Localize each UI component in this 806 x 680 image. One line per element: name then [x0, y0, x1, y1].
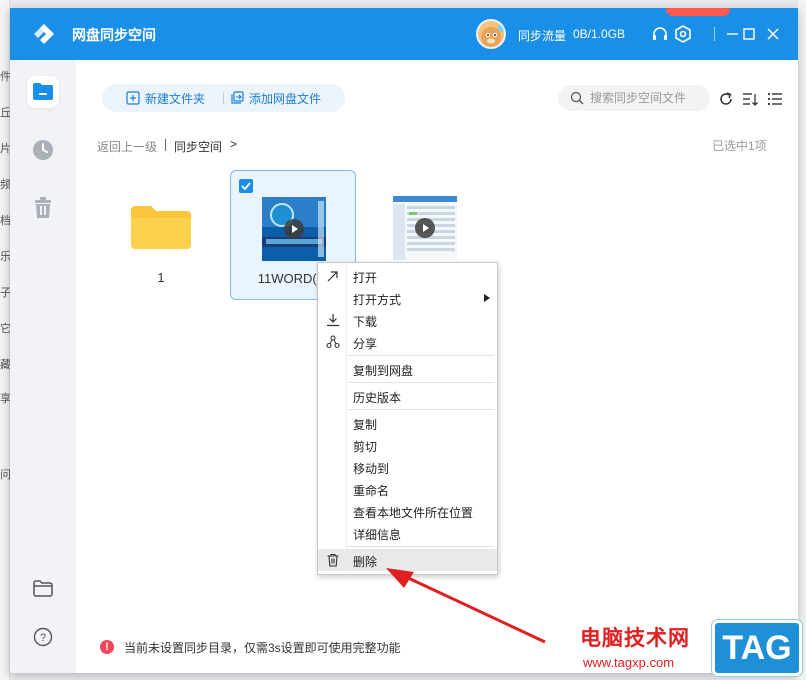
- nav-trash-button[interactable]: [27, 192, 59, 224]
- nav-local-folder-button[interactable]: [27, 573, 59, 605]
- folder-icon: [131, 206, 191, 249]
- selected-count: 已选中1项: [712, 139, 767, 153]
- breadcrumb-separator: [165, 139, 166, 151]
- bg-app-glyph: 片: [0, 143, 10, 155]
- bg-app-glyph: 问: [0, 469, 10, 481]
- toolbar-divider: [223, 92, 224, 104]
- open-arrow-icon: [327, 271, 338, 282]
- file-name: 1: [157, 270, 165, 285]
- nav-help-button[interactable]: ?: [27, 621, 59, 653]
- app-logo-icon: [34, 24, 54, 44]
- bg-app-glyph: 档: [0, 215, 10, 227]
- check-icon: [241, 182, 251, 191]
- menu-item-cut[interactable]: 剪切: [318, 434, 497, 456]
- sync-setup-notice[interactable]: ! 当前未设置同步目录，仅需3s设置即可使用完整功能: [100, 638, 401, 656]
- add-cloud-file-button[interactable]: 添加网盘文件: [230, 84, 321, 112]
- search-box: [558, 85, 710, 111]
- open-folder-icon: [33, 580, 53, 597]
- watermark-site-name: 电脑技术网: [580, 626, 690, 650]
- new-folder-label: 新建文件夹: [145, 91, 206, 106]
- context-menu: 打开 打开方式 下载 分享 复制到网盘 历史版本 复制 剪切 移动到 重命名 查…: [317, 262, 498, 575]
- maximize-icon[interactable]: [739, 24, 759, 44]
- sync-traffic-value: 0B/1.0GB: [573, 27, 626, 41]
- menu-item-copy[interactable]: 复制: [318, 412, 497, 434]
- menu-item-details[interactable]: 详细信息: [318, 522, 497, 544]
- video-thumbnail: [262, 197, 326, 261]
- warning-icon: !: [100, 640, 114, 654]
- background-app-window-right: [798, 0, 806, 680]
- sync-traffic-label: 同步流量: [518, 29, 567, 43]
- menu-separator: [348, 355, 494, 356]
- promo-badge[interactable]: [666, 8, 730, 16]
- bg-app-glyph: 它: [0, 323, 10, 335]
- headset-icon[interactable]: [650, 24, 670, 44]
- menu-item-delete[interactable]: 删除: [318, 549, 497, 571]
- play-icon: [284, 219, 304, 239]
- bg-app-glyph: 频: [0, 179, 10, 191]
- breadcrumb-current[interactable]: 同步空间: [174, 138, 222, 155]
- nav-recent-button[interactable]: [27, 134, 59, 166]
- settings-icon[interactable]: [673, 24, 693, 44]
- menu-separator: [348, 409, 494, 410]
- search-icon: [570, 91, 584, 105]
- close-icon[interactable]: [763, 24, 783, 44]
- search-input[interactable]: [590, 85, 705, 111]
- breadcrumb-chevron-icon: >: [230, 137, 238, 151]
- submenu-arrow-icon: [484, 294, 490, 302]
- breadcrumb-back-link[interactable]: 返回上一级: [97, 138, 157, 155]
- bg-app-glyph: 丘: [0, 107, 10, 119]
- menu-item-copy-to-cloud[interactable]: 复制到网盘: [318, 358, 497, 380]
- list-view-icon[interactable]: [767, 91, 783, 107]
- trash-icon: [327, 553, 339, 567]
- menu-item-share[interactable]: 分享: [318, 331, 497, 353]
- watermark-url: www.tagxp.com: [583, 655, 675, 670]
- titlebar-divider: [714, 27, 715, 41]
- menu-item-rename[interactable]: 重命名: [318, 478, 497, 500]
- refresh-icon[interactable]: [718, 91, 734, 107]
- app-title: 网盘同步空间: [72, 27, 156, 43]
- new-folder-icon: [126, 91, 140, 105]
- title-bar: 网盘同步空间 同步流量 0B/1.0GB: [10, 8, 798, 60]
- menu-item-show-local-location[interactable]: 查看本地文件所在位置: [318, 500, 497, 522]
- bg-app-glyph: 乐: [0, 251, 10, 263]
- left-nav-rail: ?: [10, 60, 76, 673]
- menu-item-open[interactable]: 打开: [318, 265, 497, 287]
- menu-item-download[interactable]: 下载: [318, 309, 497, 331]
- download-icon: [327, 314, 339, 327]
- clock-icon: [33, 140, 53, 160]
- menu-separator: [348, 546, 494, 547]
- svg-text:?: ?: [40, 632, 46, 644]
- menu-item-history-version[interactable]: 历史版本: [318, 385, 497, 407]
- bg-app-glyph: 子: [0, 287, 10, 299]
- bg-app-glyph: 件: [0, 71, 10, 83]
- bg-app-glyph: 享: [0, 393, 10, 405]
- toolbar: 新建文件夹 添加网盘文件: [102, 84, 345, 112]
- add-file-icon: [231, 91, 244, 104]
- video-thumbnail: [393, 196, 457, 260]
- share-icon: [326, 335, 340, 349]
- play-icon: [415, 218, 435, 238]
- folder-icon: [33, 83, 53, 100]
- trash-icon: [35, 197, 51, 218]
- background-app-window: 件 丘 片 频 档 乐 子 它 藏 享 问: [0, 0, 10, 680]
- menu-separator: [348, 382, 494, 383]
- add-cloud-file-label: 添加网盘文件: [249, 91, 322, 106]
- new-folder-button[interactable]: 新建文件夹: [126, 84, 205, 112]
- menu-item-move-to[interactable]: 移动到: [318, 456, 497, 478]
- menu-item-open-with[interactable]: 打开方式: [318, 287, 497, 309]
- help-icon: ?: [33, 627, 53, 647]
- watermark-tag-logo: TAG: [712, 620, 802, 676]
- bg-app-glyph: 藏: [0, 359, 10, 371]
- avatar[interactable]: [476, 19, 506, 49]
- checkbox-checked[interactable]: [239, 179, 253, 193]
- notice-text: 当前未设置同步目录，仅需3s设置即可使用完整功能: [124, 640, 401, 655]
- sort-icon[interactable]: [742, 91, 758, 107]
- file-item-folder[interactable]: 1: [98, 170, 224, 300]
- nav-files-button[interactable]: [27, 76, 59, 108]
